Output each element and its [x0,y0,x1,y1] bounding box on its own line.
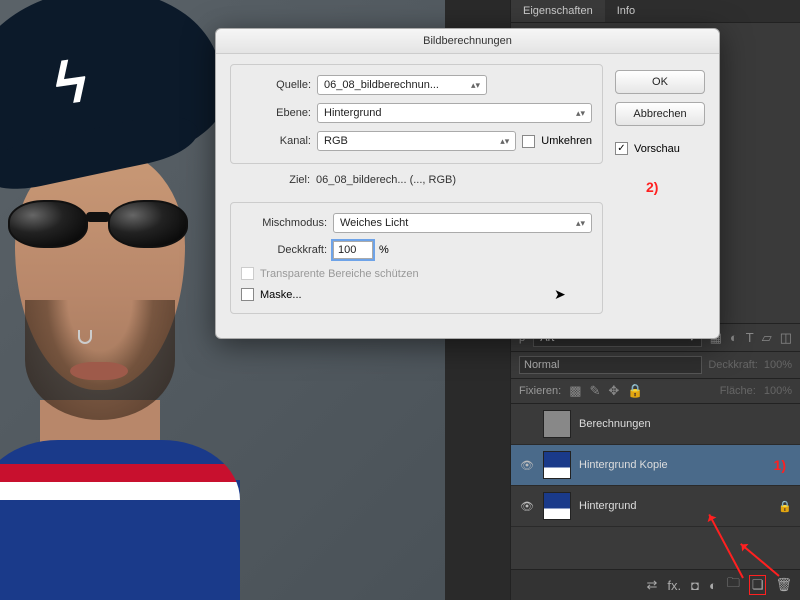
dlg-opacity-label: Deckkraft: [241,244,327,256]
mask-label: Maske... [260,289,302,301]
new-layer-icon[interactable]: ❏ [750,576,766,594]
transparent-label: Transparente Bereiche schützen [260,268,419,280]
blend-mode-select[interactable]: Normal [519,356,702,374]
lock-all-icon[interactable]: 🔒 [627,383,643,399]
source-label: Quelle: [241,79,311,91]
filter-adjust-icon[interactable]: ◐ [730,330,738,345]
lock-icon: 🔒 [778,500,792,513]
target-value: 06_08_bilderech... (..., RGB) [316,174,456,186]
blendmode-label: Mischmodus: [241,217,327,229]
dialog-title: Bildberechnungen [216,29,719,54]
cursor-icon: ➤ [554,286,566,303]
transparent-checkbox [241,267,254,280]
layer-name[interactable]: Berechnungen [579,418,651,430]
layer-label: Ebene: [241,107,311,119]
visibility-icon[interactable]: 👁 [519,500,535,513]
filter-smart-icon[interactable]: ◫ [780,330,792,346]
lock-position-icon[interactable]: ✥ [608,383,619,399]
layer-thumb[interactable] [543,492,571,520]
group-icon[interactable]: 🗀 [727,574,740,596]
layers-bottom-bar: ⇄ fx. ◘ ◐ 🗀 ❏ 🗑 [511,569,800,600]
invert-label: Umkehren [541,135,592,147]
fill-label: Fläche: [720,385,756,397]
apply-image-dialog: Bildberechnungen Quelle: 06_08_bildberec… [215,28,720,339]
visibility-icon[interactable]: 👁 [519,459,535,472]
adjustment-icon[interactable]: ◐ [709,578,717,593]
layer-thumb[interactable] [543,451,571,479]
filter-type-icon[interactable]: T [746,330,754,345]
annotation-1: 1) [774,457,786,473]
link-icon[interactable]: ⇄ [646,577,657,593]
filter-shape-icon[interactable]: ▱ [762,330,772,346]
cancel-button[interactable]: Abbrechen [615,102,705,126]
panel-tabs: Eigenschaften Info [511,0,800,23]
opacity-label: Deckkraft: [708,359,758,371]
lock-label: Fixieren: [519,385,561,397]
annotation-2: 2) [646,179,658,195]
layer-thumb[interactable] [543,410,571,438]
layer-blend-row: Normal Deckkraft: 100% [511,352,800,379]
mask-icon[interactable]: ◘ [691,578,699,593]
tab-eigenschaften[interactable]: Eigenschaften [511,0,605,22]
blendmode-select[interactable]: Weiches Licht▴▾ [333,213,592,233]
opacity-input[interactable]: 100 [333,241,373,259]
layer-row[interactable]: 👁 Hintergrund 🔒 [511,486,800,527]
layer-row[interactable]: 👁 Hintergrund Kopie 1) [511,445,800,486]
source-select[interactable]: 06_08_bildberechnun...▴▾ [317,75,487,95]
invert-checkbox[interactable] [522,135,535,148]
ok-button[interactable]: OK [615,70,705,94]
fx-icon[interactable]: fx. [667,578,681,593]
channel-select[interactable]: RGB▴▾ [317,131,516,151]
target-label: Ziel: [240,174,310,186]
preview-label: Vorschau [634,143,680,155]
preview-checkbox[interactable] [615,142,628,155]
lock-row: Fixieren: ▩ ✎ ✥ 🔒 Fläche: 100% [511,379,800,404]
source-fieldset: Quelle: 06_08_bildberechnun...▴▾ Ebene: … [230,64,603,164]
lock-pixels-icon[interactable]: ✎ [589,383,600,399]
layer-name[interactable]: Hintergrund Kopie [579,459,668,471]
layer-row[interactable]: Berechnungen [511,404,800,445]
channel-label: Kanal: [241,135,311,147]
blend-fieldset: Mischmodus: Weiches Licht▴▾ Deckkraft: 1… [230,202,603,314]
layer-select[interactable]: Hintergrund▴▾ [317,103,592,123]
fill-value[interactable]: 100% [764,385,792,397]
layer-name[interactable]: Hintergrund [579,500,636,512]
trash-icon[interactable]: 🗑 [775,577,792,593]
mask-checkbox[interactable] [241,288,254,301]
opacity-value[interactable]: 100% [764,359,792,371]
tab-info[interactable]: Info [605,0,647,22]
lock-transparency-icon[interactable]: ▩ [569,383,581,399]
opacity-unit: % [379,244,389,256]
